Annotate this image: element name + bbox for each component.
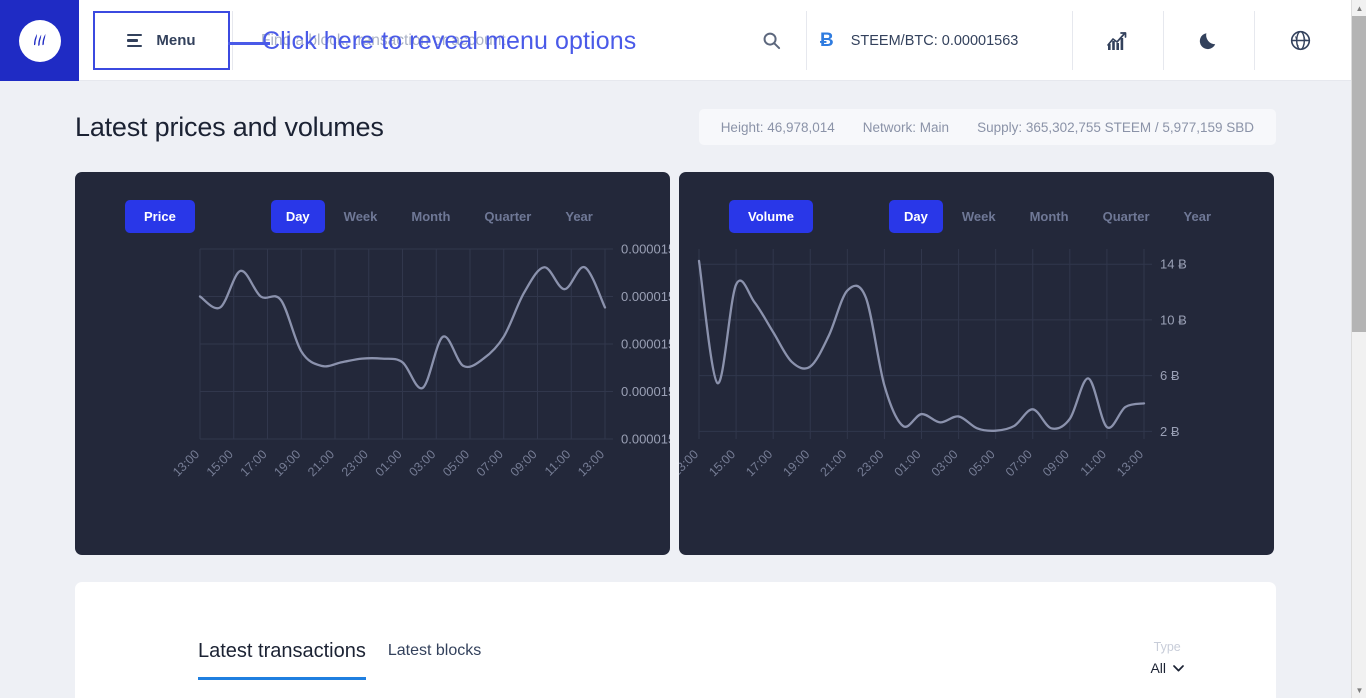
- volume-range-day[interactable]: Day: [889, 200, 943, 233]
- svg-text:19:00: 19:00: [780, 447, 812, 479]
- svg-text:10 Ƀ: 10 Ƀ: [1160, 312, 1187, 327]
- svg-text:23:00: 23:00: [339, 447, 371, 479]
- scrollbar-up-arrow[interactable]: ▲: [1352, 0, 1366, 16]
- svg-text:17:00: 17:00: [238, 447, 270, 479]
- panel-tabs: Latest transactions Latest blocks: [198, 640, 481, 680]
- volume-range-quarter[interactable]: Quarter: [1088, 200, 1165, 233]
- svg-text:0.0000157 Ƀ: 0.0000157 Ƀ: [621, 289, 670, 304]
- price-range-week[interactable]: Week: [329, 200, 393, 233]
- globe-icon-glyph: [1290, 30, 1310, 51]
- svg-text:21:00: 21:00: [305, 447, 337, 479]
- svg-text:15:00: 15:00: [706, 447, 738, 479]
- search-button[interactable]: [737, 11, 807, 70]
- status-height: Height: 46,978,014: [720, 119, 835, 135]
- svg-text:0.0000154 Ƀ: 0.0000154 Ƀ: [621, 432, 670, 447]
- price-range-year[interactable]: Year: [550, 200, 607, 233]
- price-range-day[interactable]: Day: [270, 200, 325, 233]
- chart-line-icon-glyph: [1107, 31, 1127, 50]
- svg-text:13:00: 13:00: [575, 447, 607, 479]
- svg-text:2 Ƀ: 2 Ƀ: [1160, 424, 1180, 439]
- svg-text:09:00: 09:00: [508, 447, 540, 479]
- volume-range-week[interactable]: Week: [947, 200, 1011, 233]
- moon-icon[interactable]: [1163, 11, 1254, 70]
- svg-text:05:00: 05:00: [966, 447, 998, 479]
- app-viewport: Ƀ STEEM/BTC: 0.00001563: [0, 0, 1366, 698]
- volume-range-year[interactable]: Year: [1169, 200, 1226, 233]
- menu-button-label: Menu: [156, 32, 196, 49]
- volume-metric-button[interactable]: Volume: [729, 200, 813, 233]
- svg-text:13:00: 13:00: [170, 447, 202, 479]
- tab-latest-transactions[interactable]: Latest transactions: [198, 640, 366, 680]
- svg-text:17:00: 17:00: [743, 447, 775, 479]
- price-metric-button[interactable]: Price: [125, 200, 195, 233]
- ticker-text: STEEM/BTC: 0.00001563: [850, 32, 1019, 49]
- svg-text:11:00: 11:00: [542, 447, 573, 478]
- svg-text:13:00: 13:00: [679, 447, 701, 479]
- price-chart-svg: 0.0000154 Ƀ 0.0000155 Ƀ 0.0000156 Ƀ 0.00001…: [170, 244, 670, 479]
- volume-chart-plot: 2 Ƀ6 Ƀ 10 Ƀ 14 Ƀ 13:00 15:00 17:00 19:00 21:00 2…: [679, 244, 1274, 544]
- price-card-controls: Price Day Week Month Quarter Year: [75, 200, 670, 233]
- price-range-quarter[interactable]: Quarter: [469, 200, 546, 233]
- price-chart-plot: 0.0000154 Ƀ 0.0000155 Ƀ 0.0000156 Ƀ 0.00001…: [75, 244, 670, 544]
- svg-text:05:00: 05:00: [440, 447, 472, 479]
- chain-status-bar: Height: 46,978,014 Network: Main Supply:…: [698, 109, 1276, 145]
- volume-range-month[interactable]: Month: [1015, 200, 1084, 233]
- svg-text:03:00: 03:00: [406, 447, 438, 479]
- type-filter: Type All: [1150, 640, 1184, 676]
- steem-logo-glyph: [33, 33, 45, 46]
- price-range-month[interactable]: Month: [396, 200, 465, 233]
- title-row: Latest prices and volumes Height: 46,978…: [75, 109, 1276, 145]
- svg-text:03:00: 03:00: [929, 447, 961, 479]
- page-title: Latest prices and volumes: [75, 111, 384, 142]
- volume-chart-card: Volume Day Week Month Quarter Year 2 Ƀ 6 …: [679, 172, 1274, 555]
- type-filter-select[interactable]: All: [1150, 660, 1184, 676]
- svg-text:01:00: 01:00: [373, 447, 405, 479]
- svg-text:21:00: 21:00: [817, 447, 849, 479]
- scrollbar-thumb[interactable]: [1352, 16, 1366, 332]
- transactions-panel: Latest transactions Latest blocks Type A…: [75, 582, 1276, 698]
- globe-icon[interactable]: [1254, 11, 1345, 70]
- logo-container[interactable]: [0, 0, 79, 81]
- svg-text:19:00: 19:00: [271, 447, 303, 479]
- main-content: Latest prices and volumes Height: 46,978…: [0, 81, 1351, 698]
- svg-text:01:00: 01:00: [892, 447, 924, 479]
- callout-text: Click here to reveal menu options: [262, 27, 637, 55]
- svg-text:07:00: 07:00: [474, 447, 506, 479]
- svg-text:23:00: 23:00: [855, 447, 887, 479]
- menu-button[interactable]: Menu: [93, 11, 230, 70]
- ticker[interactable]: Ƀ STEEM/BTC: 0.00001563: [820, 11, 1018, 70]
- chart-cards: Price Day Week Month Quarter Year 0.0000…: [75, 172, 1276, 555]
- page-scrollbar[interactable]: ▲ ▼: [1351, 0, 1366, 698]
- price-chart-card: Price Day Week Month Quarter Year 0.0000…: [75, 172, 670, 555]
- steem-logo: [18, 19, 61, 62]
- volume-chart-svg: 2 Ƀ6 Ƀ10 Ƀ14 Ƀ13:00 15:00 17:00 19:00 21:00 2…: [679, 249, 1187, 479]
- svg-text:0.0000158 Ƀ: 0.0000158 Ƀ: [621, 244, 670, 257]
- header-icon-group: [1072, 11, 1345, 70]
- volume-range-group: Day Week Month Quarter Year: [889, 200, 1226, 233]
- svg-text:13:00: 13:00: [1114, 447, 1146, 479]
- svg-text:14 Ƀ: 14 Ƀ: [1160, 257, 1187, 272]
- svg-text:09:00: 09:00: [1040, 447, 1072, 479]
- tab-latest-blocks[interactable]: Latest blocks: [388, 642, 481, 680]
- svg-text:6 Ƀ: 6 Ƀ: [1160, 368, 1180, 383]
- status-supply: Supply: 365,302,755 STEEM / 5,977,159 SB…: [977, 119, 1254, 135]
- scrollbar-down-arrow[interactable]: ▼: [1352, 682, 1366, 698]
- search-icon: [763, 32, 781, 50]
- bitcoin-icon: Ƀ: [820, 29, 834, 51]
- chevron-down-icon: [1173, 664, 1184, 671]
- hamburger-icon: [127, 33, 143, 48]
- price-range-group: Day Week Month Quarter Year: [270, 200, 608, 233]
- type-filter-label: Type: [1153, 640, 1181, 654]
- svg-text:0.0000156 Ƀ: 0.0000156 Ƀ: [621, 337, 670, 352]
- volume-card-controls: Volume Day Week Month Quarter Year: [679, 200, 1274, 233]
- status-network: Network: Main: [862, 119, 950, 135]
- svg-text:11:00: 11:00: [1078, 447, 1109, 478]
- chart-line-icon[interactable]: [1072, 11, 1163, 70]
- svg-text:15:00: 15:00: [204, 447, 236, 479]
- moon-icon-glyph: [1199, 32, 1216, 49]
- svg-text:07:00: 07:00: [1003, 447, 1035, 479]
- svg-text:0.0000155 Ƀ: 0.0000155 Ƀ: [621, 384, 670, 399]
- type-filter-value: All: [1150, 660, 1166, 676]
